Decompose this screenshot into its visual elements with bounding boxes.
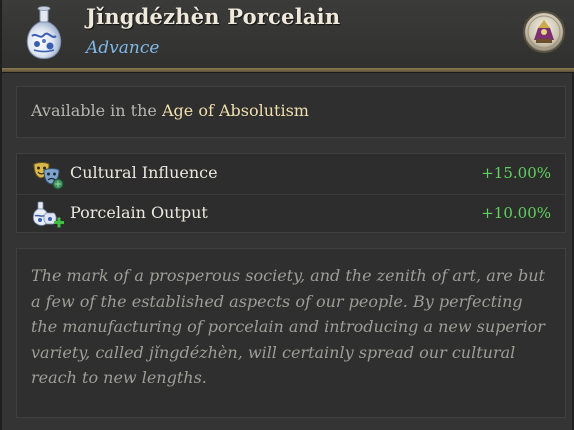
availability-text: Available in the Age of Absolutism — [31, 101, 309, 120]
theater-masks-icon — [33, 162, 64, 190]
availability-age: Age of Absolutism — [161, 101, 309, 120]
availability-panel: Available in the Age of Absolutism — [16, 86, 566, 138]
header-divider — [2, 68, 574, 73]
advance-title: Jǐngdézhèn Porcelain — [86, 4, 341, 29]
modifier-value: +15.00% — [481, 164, 551, 182]
advance-type-label: Advance — [86, 38, 160, 58]
modifier-value: +10.00% — [481, 204, 551, 222]
tooltip-header: Jǐngdézhèn Porcelain Advance — [2, 0, 574, 70]
modifier-row: Cultural Influence +15.00% — [17, 154, 565, 195]
modifier-row: Porcelain Output +10.00% — [17, 194, 565, 234]
modifier-label: Cultural Influence — [70, 163, 218, 182]
flavor-panel: The mark of a prosperous society, and th… — [16, 248, 566, 418]
availability-prefix: Available in the — [31, 101, 157, 120]
age-emblem-icon — [523, 11, 565, 53]
advance-tooltip: Jǐngdézhèn Porcelain Advance Available i… — [0, 0, 574, 430]
porcelain-plus-icon — [32, 201, 64, 228]
porcelain-vase-icon — [26, 6, 62, 59]
modifier-label: Porcelain Output — [70, 203, 208, 222]
modifiers-panel: Cultural Influence +15.00% Porcelain Out… — [16, 153, 566, 233]
flavor-text: The mark of a prosperous society, and th… — [31, 266, 545, 387]
